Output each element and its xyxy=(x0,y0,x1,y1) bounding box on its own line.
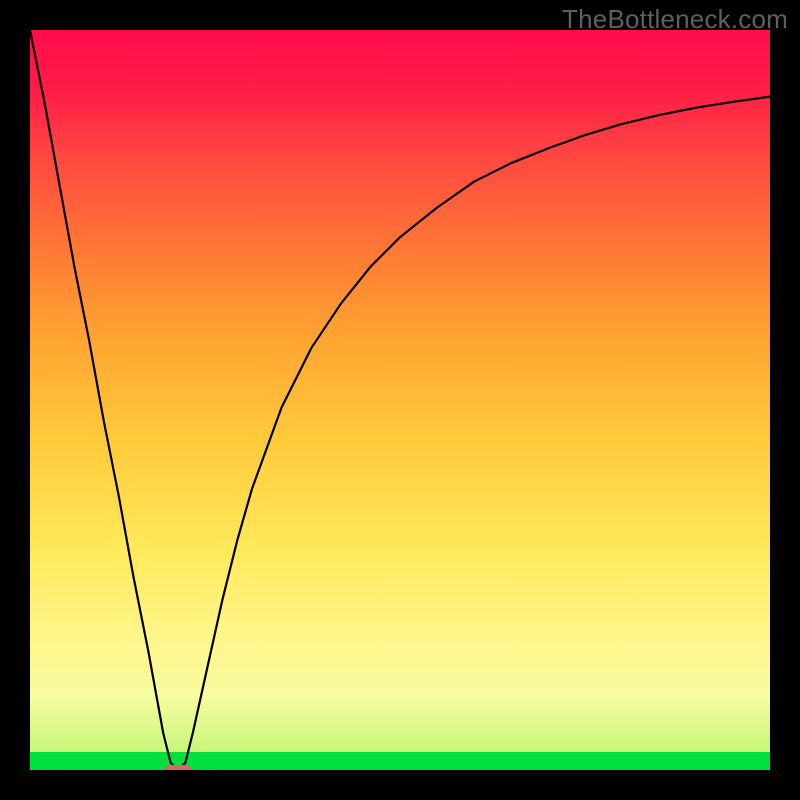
chart-frame: TheBottleneck.com xyxy=(0,0,800,800)
watermark-text: TheBottleneck.com xyxy=(562,4,788,35)
bottleneck-curve xyxy=(30,30,770,770)
plot-area xyxy=(30,30,770,770)
trough-marker xyxy=(165,766,191,770)
curve-layer xyxy=(30,30,770,770)
